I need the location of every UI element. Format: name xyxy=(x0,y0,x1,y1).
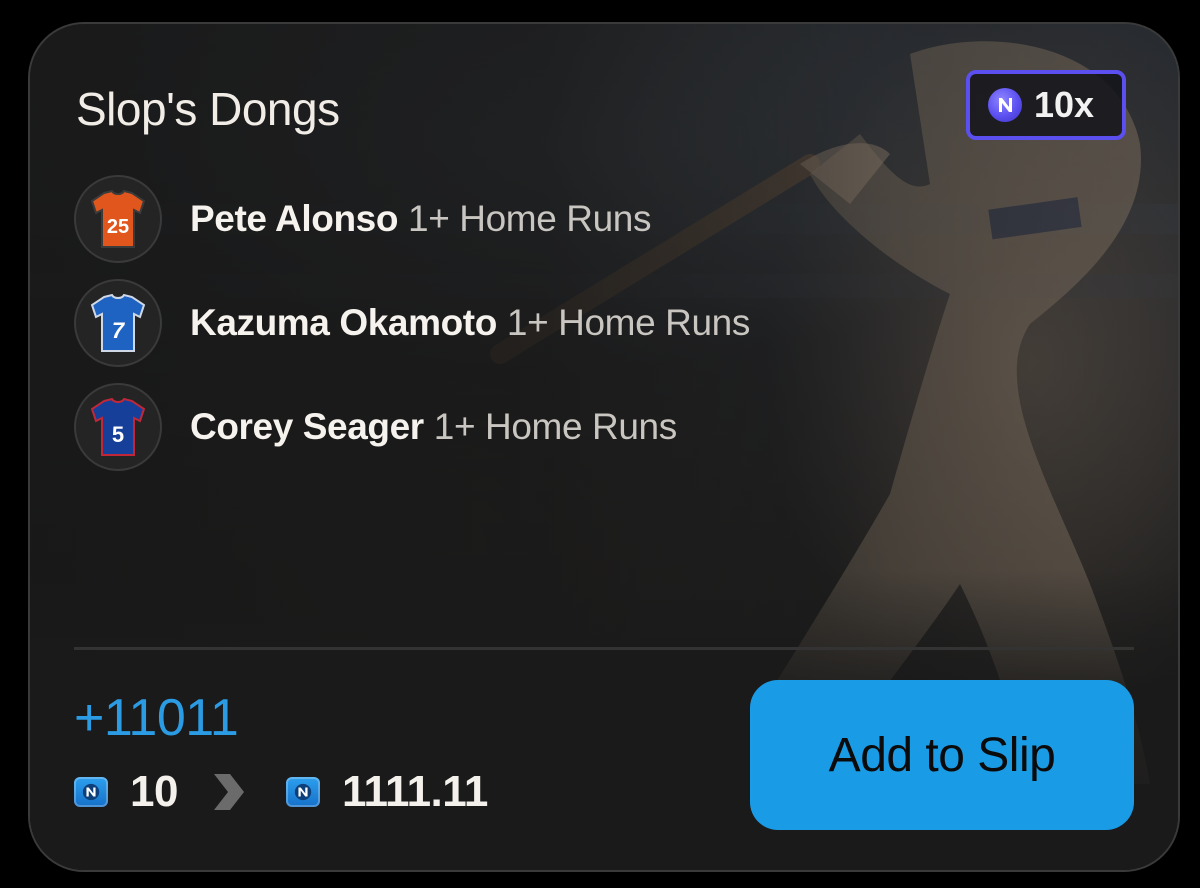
chevron-right-icon xyxy=(210,772,246,812)
jersey-svg: 25 xyxy=(90,189,146,248)
svg-text:5: 5 xyxy=(112,422,124,447)
market-label: 1+ Home Runs xyxy=(408,198,652,239)
list-item: 25 Pete Alonso 1+ Home Runs xyxy=(74,174,750,264)
boost-coin-icon xyxy=(988,88,1022,122)
add-to-slip-button[interactable]: Add to Slip xyxy=(750,680,1134,830)
svg-text:7: 7 xyxy=(112,318,126,343)
divider xyxy=(74,647,1134,650)
parlay-card: Slop's Dongs 10x 25 Pete Alonso 1+ Home R… xyxy=(28,22,1180,872)
coin-icon xyxy=(74,777,108,807)
coin-icon xyxy=(285,777,320,807)
list-item: 7 Kazuma Okamoto 1+ Home Runs xyxy=(74,278,750,368)
leg-text: Kazuma Okamoto 1+ Home Runs xyxy=(190,302,750,344)
market-label: 1+ Home Runs xyxy=(506,302,750,343)
payout-row: 10 1111.11 xyxy=(74,764,488,820)
jersey-icon: 25 xyxy=(74,175,162,263)
svg-text:25: 25 xyxy=(107,216,129,238)
leg-text: Pete Alonso 1+ Home Runs xyxy=(190,198,651,240)
player-name: Pete Alonso xyxy=(190,198,399,239)
card-title: Slop's Dongs xyxy=(76,83,340,135)
odds-value: +11011 xyxy=(74,689,239,747)
list-item: 5 Corey Seager 1+ Home Runs xyxy=(74,382,750,472)
legs-list: 25 Pete Alonso 1+ Home Runs 7 Kazuma Okam… xyxy=(74,174,750,486)
multiplier-value: 10x xyxy=(1034,84,1095,125)
stake-value: 10 xyxy=(130,767,178,816)
jersey-svg: 7 xyxy=(90,293,146,352)
player-name: Kazuma Okamoto xyxy=(190,302,497,343)
jersey-icon: 7 xyxy=(74,279,162,367)
leg-text: Corey Seager 1+ Home Runs xyxy=(190,406,677,448)
payout-value: 1111.11 xyxy=(341,767,488,816)
jersey-svg: 5 xyxy=(90,397,146,456)
jersey-icon: 5 xyxy=(74,383,162,471)
player-name: Corey Seager xyxy=(190,406,424,447)
multiplier-badge: 10x xyxy=(966,70,1126,140)
market-label: 1+ Home Runs xyxy=(433,406,677,447)
